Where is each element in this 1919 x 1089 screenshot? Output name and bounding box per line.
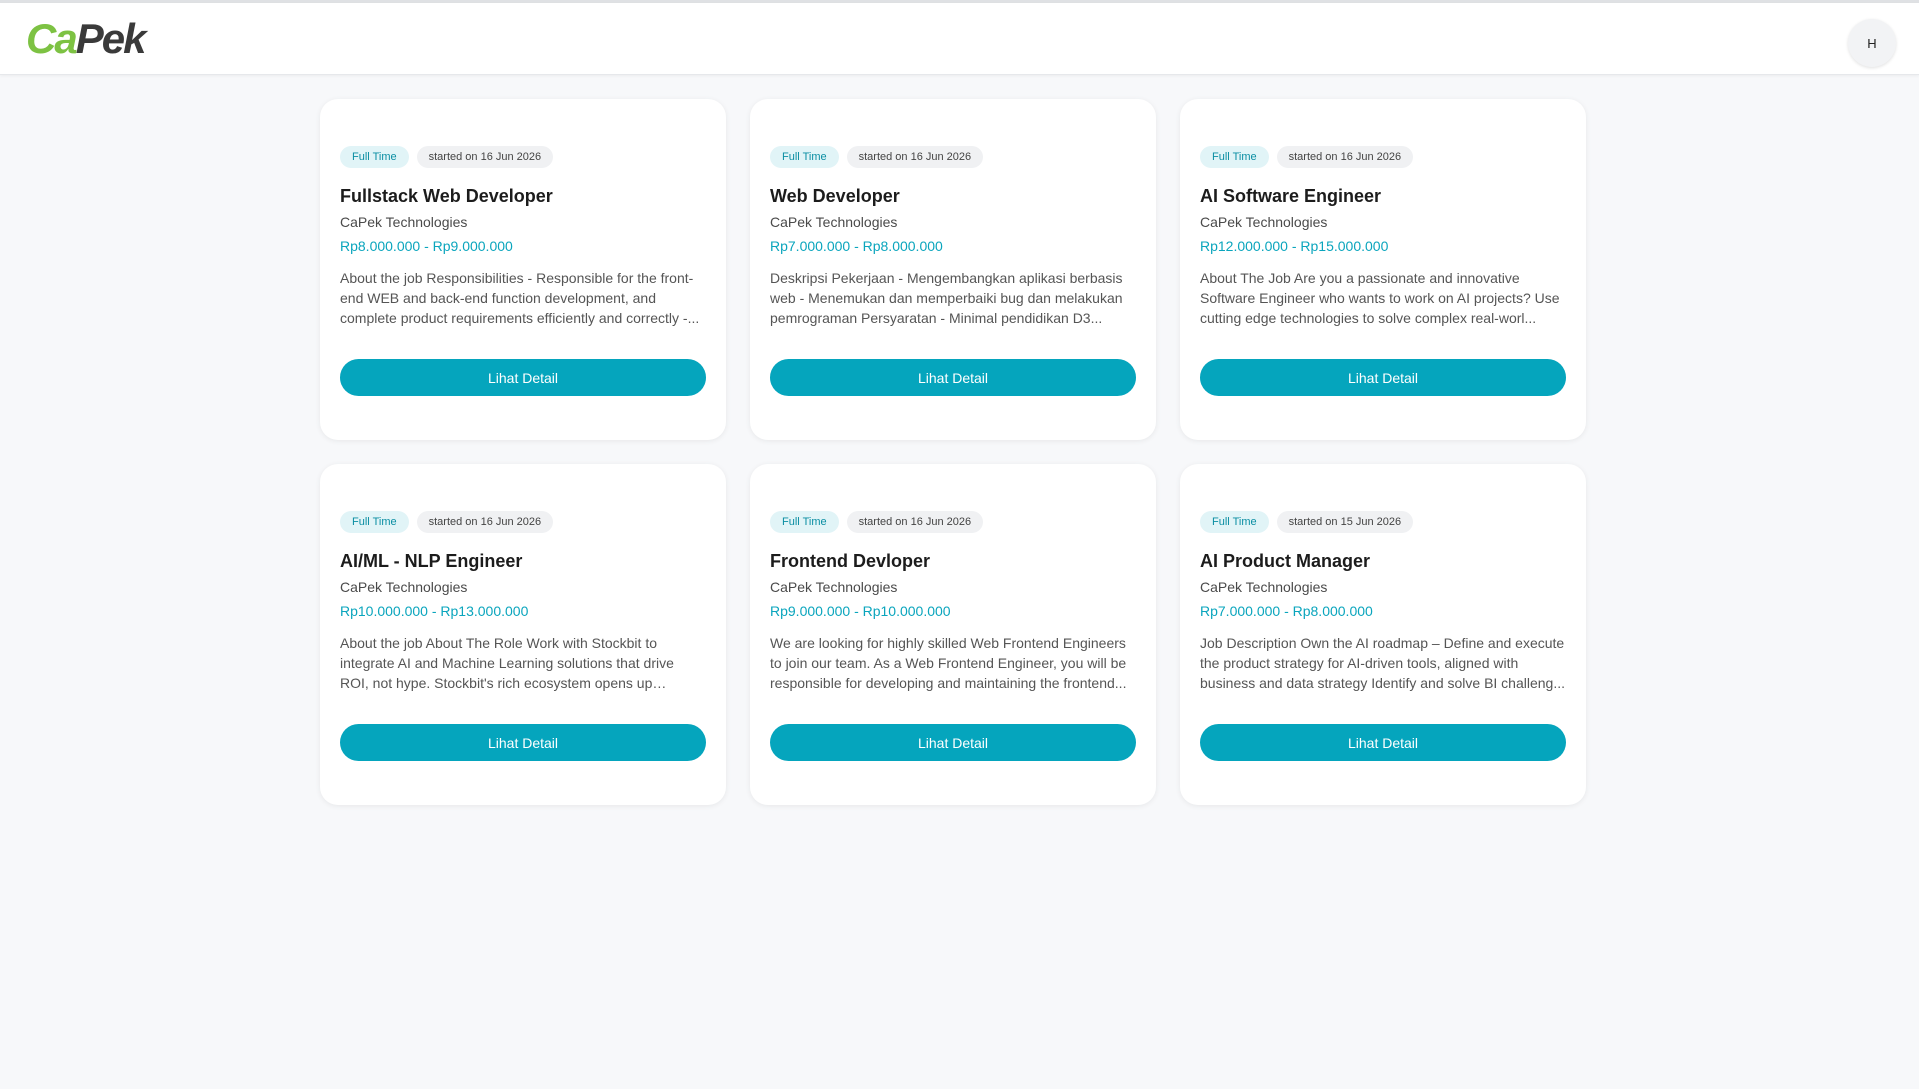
start-date-badge: started on 16 Jun 2026 — [846, 146, 984, 168]
capek-logo[interactable]: CaPek — [26, 15, 147, 63]
company-name: CaPek Technologies — [1200, 579, 1328, 595]
logo-pek: Pek — [75, 15, 147, 62]
view-detail-button[interactable]: Lihat Detail — [340, 724, 706, 761]
view-detail-button[interactable]: Lihat Detail — [770, 359, 1136, 396]
job-title: AI Software Engineer — [1200, 186, 1382, 206]
employment-type-badge: Full Time — [1200, 511, 1269, 533]
job-badges: Full Time started on 16 Jun 2026 — [340, 146, 706, 168]
job-badges: Full Time started on 16 Jun 2026 — [770, 146, 1136, 168]
start-date-badge: started on 16 Jun 2026 — [416, 511, 554, 533]
job-description: About the job Responsibilities - Respons… — [340, 270, 700, 326]
salary-range: Rp7.000.000 - Rp8.000.000 — [1200, 603, 1373, 619]
company-name: CaPek Technologies — [770, 214, 898, 230]
salary-range: Rp9.000.000 - Rp10.000.000 — [770, 603, 951, 619]
employment-type-badge: Full Time — [770, 511, 839, 533]
job-badges: Full Time started on 16 Jun 2026 — [770, 511, 1136, 533]
job-card: Full Time started on 16 Jun 2026 AI Soft… — [1180, 99, 1586, 440]
job-card: Full Time started on 16 Jun 2026 Web Dev… — [750, 99, 1156, 440]
job-card: Full Time started on 15 Jun 2026 AI Prod… — [1180, 464, 1586, 805]
job-title: Fullstack Web Developer — [340, 186, 553, 206]
job-card: Full Time started on 16 Jun 2026 Fullsta… — [320, 99, 726, 440]
start-date-badge: started on 16 Jun 2026 — [416, 146, 554, 168]
job-badges: Full Time started on 16 Jun 2026 — [1200, 146, 1566, 168]
job-title: AI Product Manager — [1200, 551, 1371, 571]
job-card: Full Time started on 16 Jun 2026 Fronten… — [750, 464, 1156, 805]
job-description: Deskripsi Pekerjaan - Mengembangkan apli… — [770, 270, 1123, 326]
salary-range: Rp7.000.000 - Rp8.000.000 — [770, 238, 943, 254]
view-detail-button[interactable]: Lihat Detail — [340, 359, 706, 396]
salary-range: Rp12.000.000 - Rp15.000.000 — [1200, 238, 1389, 254]
employment-type-badge: Full Time — [340, 146, 409, 168]
view-detail-button[interactable]: Lihat Detail — [770, 724, 1136, 761]
start-date-badge: started on 16 Jun 2026 — [1276, 146, 1414, 168]
job-title: Web Developer — [770, 186, 900, 206]
employment-type-badge: Full Time — [340, 511, 409, 533]
job-description: Job Description Own the AI roadmap – Def… — [1200, 635, 1566, 691]
company-name: CaPek Technologies — [1200, 214, 1328, 230]
salary-range: Rp8.000.000 - Rp9.000.000 — [340, 238, 513, 254]
user-avatar[interactable]: H — [1848, 19, 1896, 67]
job-badges: Full Time started on 15 Jun 2026 — [1200, 511, 1566, 533]
app-header: CaPek H — [0, 3, 1919, 75]
logo-ca: Ca — [26, 15, 78, 62]
start-date-badge: started on 15 Jun 2026 — [1276, 511, 1414, 533]
start-date-badge: started on 16 Jun 2026 — [846, 511, 984, 533]
company-name: CaPek Technologies — [340, 579, 468, 595]
job-title: Frontend Devloper — [770, 551, 931, 571]
job-description: We are looking for highly skilled Web Fr… — [770, 635, 1127, 691]
job-title: AI/ML - NLP Engineer — [340, 551, 523, 571]
view-detail-button[interactable]: Lihat Detail — [1200, 359, 1566, 396]
job-description: About the job About The Role Work with S… — [340, 635, 674, 691]
job-card: Full Time started on 16 Jun 2026 AI/ML -… — [320, 464, 726, 805]
employment-type-badge: Full Time — [1200, 146, 1269, 168]
salary-range: Rp10.000.000 - Rp13.000.000 — [340, 603, 529, 619]
view-detail-button[interactable]: Lihat Detail — [1200, 724, 1566, 761]
job-list: Full Time started on 16 Jun 2026 Fullsta… — [320, 99, 1586, 805]
job-description: About The Job Are you a passionate and i… — [1200, 270, 1560, 326]
employment-type-badge: Full Time — [770, 146, 839, 168]
job-badges: Full Time started on 16 Jun 2026 — [340, 511, 706, 533]
company-name: CaPek Technologies — [770, 579, 898, 595]
company-name: CaPek Technologies — [340, 214, 468, 230]
